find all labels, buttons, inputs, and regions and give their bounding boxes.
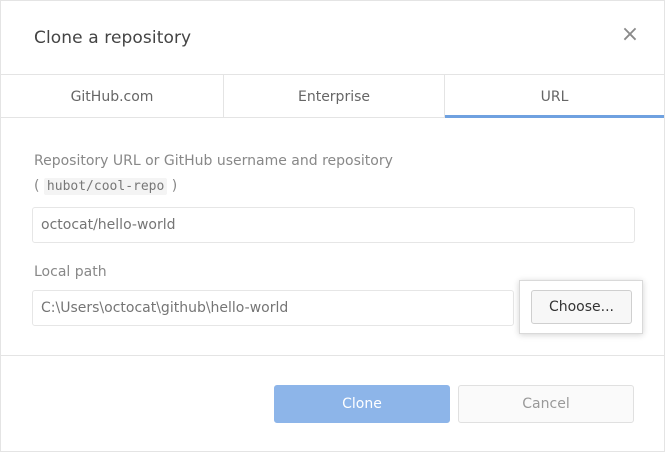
footer-divider [1, 355, 664, 356]
repository-url-label: Repository URL or GitHub username and re… [34, 153, 393, 169]
local-path-input[interactable] [32, 290, 514, 326]
hint-close-paren: ) [171, 178, 178, 194]
tab-url[interactable]: URL [444, 75, 664, 118]
close-icon[interactable]: × [618, 21, 642, 49]
hint-open-paren: ( [34, 178, 40, 194]
clone-repository-dialog: Clone a repository × GitHub.com Enterpri… [0, 0, 665, 452]
hint-example-code: hubot/cool-repo [43, 178, 168, 195]
dialog-title: Clone a repository [34, 28, 192, 48]
cancel-button[interactable]: Cancel [458, 385, 634, 423]
choose-button-focus-frame: Choose... [519, 280, 643, 334]
local-path-label: Local path [34, 264, 107, 280]
tab-github-com[interactable]: GitHub.com [1, 75, 223, 117]
clone-button[interactable]: Clone [274, 385, 450, 423]
choose-button[interactable]: Choose... [531, 290, 632, 324]
tab-enterprise[interactable]: Enterprise [223, 75, 444, 117]
repository-url-input[interactable] [32, 207, 635, 243]
dialog-header: Clone a repository × [1, 1, 664, 75]
tab-bar: GitHub.com Enterprise URL [1, 75, 664, 118]
repository-url-hint: ( hubot/cool-repo ) [34, 178, 178, 195]
